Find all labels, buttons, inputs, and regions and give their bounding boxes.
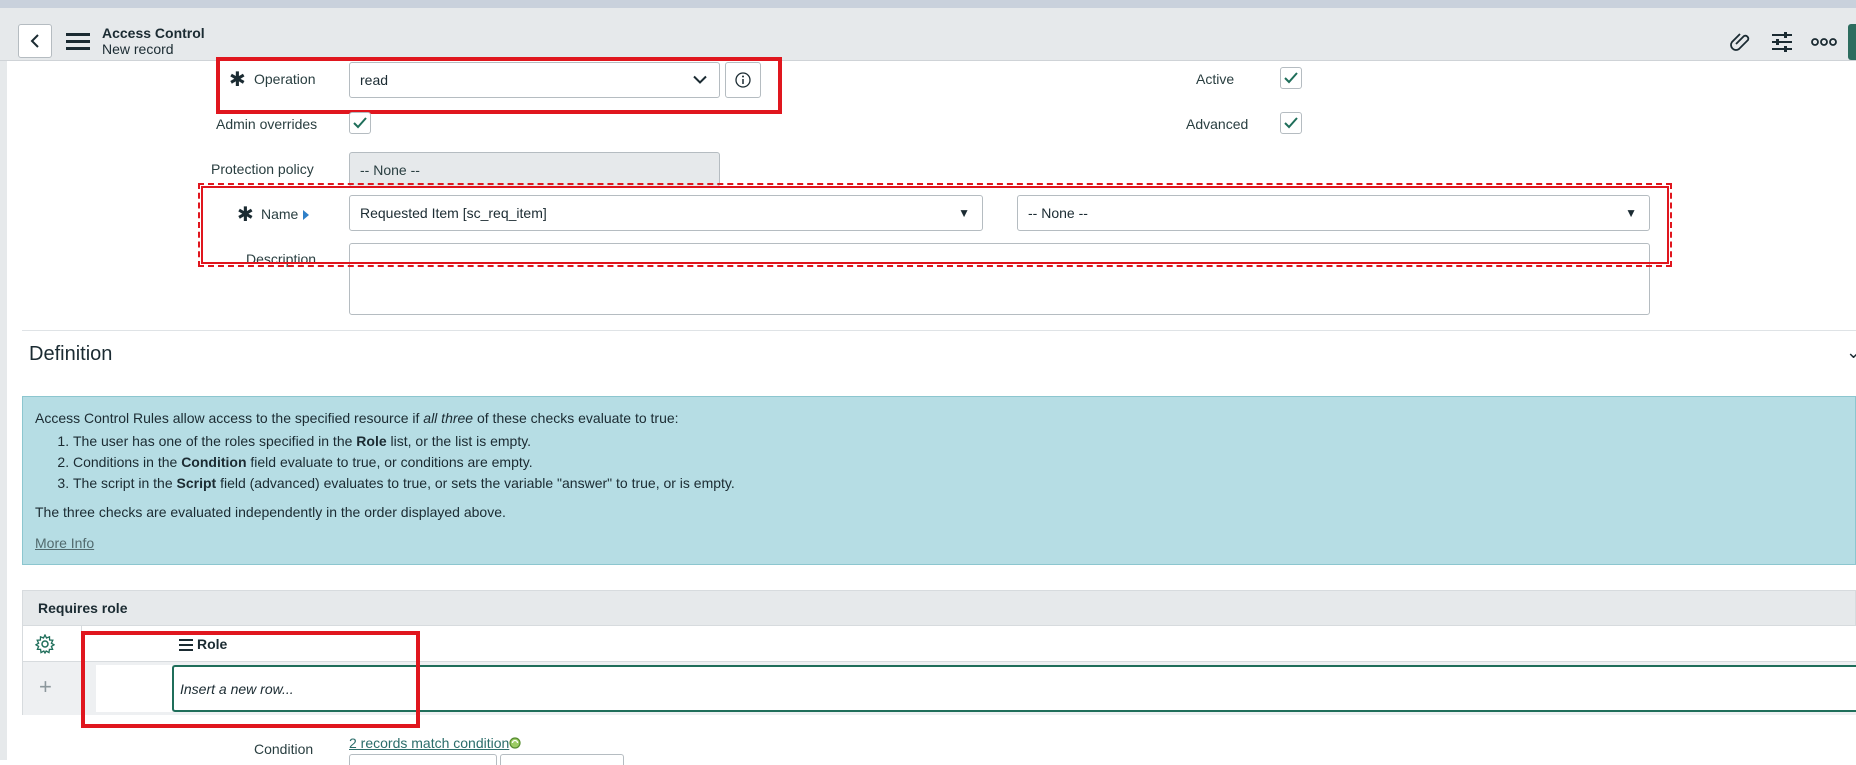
admin-overrides-label: Admin overrides xyxy=(216,116,318,132)
role-column-header[interactable]: Role xyxy=(179,636,227,652)
dropdown-triangle-icon: ▼ xyxy=(958,206,970,220)
operation-select[interactable]: read xyxy=(349,62,720,98)
info-note: The three checks are evaluated independe… xyxy=(35,504,506,520)
collapse-chevron-icon[interactable]: ⌄ xyxy=(1846,342,1856,363)
definition-section-title: Definition xyxy=(29,343,113,365)
requires-role-header: Requires role xyxy=(22,590,1856,626)
checkmark-icon xyxy=(1284,117,1298,129)
name-label: Name xyxy=(261,206,299,222)
page-subtitle: New record xyxy=(102,41,174,57)
table-row: + Insert a new row... xyxy=(22,662,1856,715)
attachment-button[interactable] xyxy=(1727,28,1755,56)
name-table-select[interactable]: Requested Item [sc_req_item] ▼ xyxy=(349,195,983,231)
more-options-icon xyxy=(1811,38,1837,46)
settings-sliders-icon xyxy=(1772,32,1792,52)
protection-policy-label: Protection policy xyxy=(211,161,314,177)
chevron-down-icon xyxy=(693,75,707,84)
admin-overrides-checkbox[interactable] xyxy=(349,112,371,134)
definition-info-box: Access Control Rules allow access to the… xyxy=(22,396,1856,565)
dropdown-triangle-icon: ▼ xyxy=(1625,206,1637,220)
operation-info-button[interactable] xyxy=(725,62,761,98)
description-label: Description xyxy=(246,251,317,267)
checkmark-icon xyxy=(353,117,367,129)
personalize-form-button[interactable] xyxy=(1768,28,1796,56)
more-info-link[interactable]: More Info xyxy=(35,535,94,551)
required-marker: ✱ xyxy=(237,204,254,226)
info-icon xyxy=(735,72,751,88)
refresh-icon[interactable] xyxy=(508,736,522,750)
section-divider xyxy=(22,330,1856,331)
protection-policy-field: -- None -- xyxy=(349,152,720,187)
more-options-button[interactable] xyxy=(1810,28,1838,56)
gear-icon[interactable] xyxy=(35,634,55,654)
condition-match-link[interactable]: 2 records match condition xyxy=(349,735,509,751)
column-divider xyxy=(81,626,82,662)
paperclip-icon xyxy=(1730,33,1750,51)
checkmark-icon xyxy=(1284,72,1298,84)
active-label: Active xyxy=(1196,71,1235,87)
advanced-label: Advanced xyxy=(1186,116,1249,132)
back-button[interactable] xyxy=(18,24,52,58)
name-table-value: Requested Item [sc_req_item] xyxy=(360,205,547,221)
active-checkbox[interactable] xyxy=(1280,67,1302,89)
role-column-label: Role xyxy=(197,636,228,652)
info-list: The user has one of the roles specified … xyxy=(53,431,735,494)
list-item: The script in the Script field (advanced… xyxy=(73,473,735,494)
operation-label: Operation xyxy=(254,71,316,87)
empty-cell xyxy=(96,665,172,712)
insert-row-placeholder: Insert a new row... xyxy=(180,680,294,697)
expand-triangle-icon[interactable] xyxy=(302,209,310,221)
page-title: Access Control xyxy=(102,25,205,41)
name-field-select[interactable]: -- None -- ▼ xyxy=(1017,195,1650,231)
left-rail xyxy=(0,61,7,760)
name-field-value: -- None -- xyxy=(1028,205,1088,221)
operation-value: read xyxy=(360,72,389,88)
submit-button-edge[interactable] xyxy=(1848,24,1856,60)
condition-label: Condition xyxy=(254,741,314,757)
requires-role-title: Requires role xyxy=(38,600,128,616)
menu-icon[interactable] xyxy=(66,32,90,52)
info-intro: Access Control Rules allow access to the… xyxy=(35,410,679,426)
advanced-checkbox[interactable] xyxy=(1280,112,1302,134)
column-menu-icon[interactable] xyxy=(179,639,193,651)
description-textarea[interactable] xyxy=(349,243,1650,315)
required-marker: ✱ xyxy=(229,69,246,91)
top-strip xyxy=(0,0,1856,8)
list-item: Conditions in the Condition field evalua… xyxy=(73,452,735,473)
list-item: The user has one of the roles specified … xyxy=(73,431,735,452)
requires-role-columns: Role xyxy=(22,626,1856,662)
insert-row-input[interactable]: Insert a new row... xyxy=(172,665,1856,712)
form-header: Access Control New record xyxy=(0,8,1856,61)
protection-policy-value: -- None -- xyxy=(360,161,420,178)
back-icon xyxy=(30,34,39,48)
add-row-icon[interactable]: + xyxy=(39,674,52,700)
